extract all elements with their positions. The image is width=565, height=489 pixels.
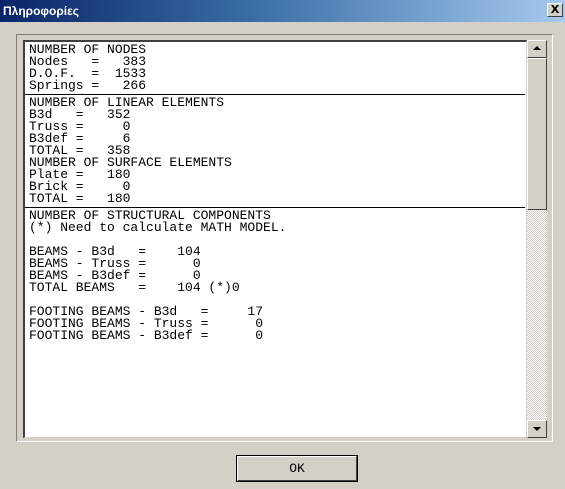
text-line: (*) Need to calculate MATH MODEL. bbox=[29, 220, 287, 235]
info-text-area[interactable]: NUMBER OF NODES Nodes = 383 D.O.F. = 153… bbox=[23, 40, 527, 438]
arrow-down-icon bbox=[533, 427, 541, 431]
text-line: TOTAL BEAMS = 104 (*)0 bbox=[29, 280, 240, 295]
title-bar[interactable]: Πληροφορίες X bbox=[0, 0, 565, 22]
text-line: FOOTING BEAMS - B3def = 0 bbox=[29, 328, 264, 343]
nodes-section: NUMBER OF NODES Nodes = 383 D.O.F. = 153… bbox=[25, 42, 526, 92]
close-button[interactable]: X bbox=[547, 3, 563, 17]
vertical-scrollbar[interactable] bbox=[527, 40, 547, 438]
window-title: Πληροφορίες bbox=[3, 4, 80, 18]
ok-button[interactable]: OK bbox=[236, 455, 358, 482]
arrow-up-icon bbox=[533, 46, 541, 50]
elements-section: NUMBER OF LINEAR ELEMENTS B3d = 352 Trus… bbox=[25, 95, 526, 205]
scroll-thumb[interactable] bbox=[527, 58, 547, 210]
scroll-up-button[interactable] bbox=[527, 40, 547, 58]
close-icon: X bbox=[550, 3, 560, 16]
text-line: Springs = 266 bbox=[29, 78, 147, 93]
text-line: TOTAL = 180 bbox=[29, 191, 131, 206]
components-section: NUMBER OF STRUCTURAL COMPONENTS (*) Need… bbox=[25, 208, 526, 342]
scroll-down-button[interactable] bbox=[527, 420, 547, 438]
info-dialog: Πληροφορίες X NUMBER OF NODES Nodes = 38… bbox=[0, 0, 565, 489]
